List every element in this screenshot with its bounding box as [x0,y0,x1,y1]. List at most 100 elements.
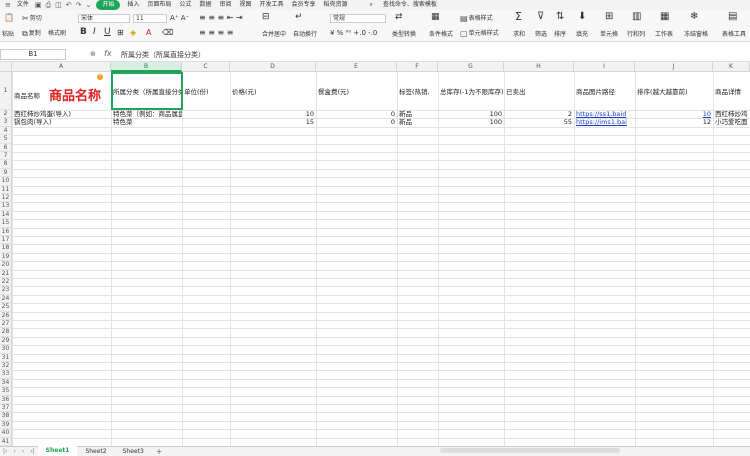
font-name-select[interactable]: 宋体 [78,14,130,23]
row-header[interactable]: 5 [0,135,12,144]
col-header-d[interactable]: D [230,62,316,72]
next-sheet-icon[interactable]: › [19,448,27,455]
wrap-text-button[interactable]: 自动换行 [293,30,317,39]
redo-icon[interactable]: ↷ [74,0,84,10]
merge-icon[interactable]: ⊟ [262,13,270,22]
preview-icon[interactable]: ◫ [53,0,64,10]
row-header[interactable]: 40 [0,429,12,438]
font-grow-icon[interactable]: A⁺ A⁻ [170,14,189,23]
row-header[interactable]: 15 [0,219,12,228]
cell-k3[interactable]: 小巧爱吃面 [713,118,750,126]
merge-center-button[interactable]: 合并居中 [262,30,286,39]
table-tools-icon[interactable]: ▤ [728,12,737,22]
col-header-e[interactable]: E [316,62,397,72]
cell-g3[interactable]: 100 [438,118,504,126]
last-sheet-icon[interactable]: ›| [27,448,37,455]
row-header[interactable]: 19 [0,252,12,262]
tab-member[interactable]: 会员专享 [288,0,320,10]
row-header[interactable]: 31 [0,353,12,362]
row-header[interactable]: 13 [0,202,12,211]
save-icon[interactable]: ▣ [33,0,44,10]
row-header[interactable]: 30 [0,345,12,354]
filter-button[interactable]: 筛选 [535,30,547,39]
row-header[interactable]: 41 [0,437,12,446]
align-h-icons[interactable]: ≡ ≡ ≡ ≡ [199,28,233,37]
cell-j2[interactable]: 10 [635,110,713,118]
cell-j3[interactable]: 12 [635,118,713,126]
cell-style-button[interactable]: ▢单元格样式 [460,29,499,38]
sheet-tab-2[interactable]: Sheet2 [77,447,114,456]
cell-f3[interactable]: 新品 [397,118,438,126]
cell-k1[interactable]: 商品详情 [713,88,750,96]
sheet-tab-1[interactable]: Sheet1 [37,445,78,456]
cell-b2[interactable]: 特色菜（例如：商品属盘 [111,110,182,118]
row-header[interactable]: 33 [0,370,12,379]
row-header[interactable]: 39 [0,420,12,430]
fill-icon[interactable]: ⬇ [578,12,586,22]
first-sheet-icon[interactable]: |‹ [0,448,10,455]
row-header[interactable]: 37 [0,404,12,413]
fx-icon[interactable]: fx [104,49,112,58]
undo-icon[interactable]: ↶ [64,0,74,10]
tab-data[interactable]: 数据 [195,0,215,10]
row-header[interactable]: 7 [0,152,12,161]
spreadsheet-grid[interactable]: A B C D E F G H I J K 1 2 3 4 5 6 7 8 9 10 11 12 13 1… [0,62,750,446]
sum-icon[interactable]: Σ [515,11,522,22]
cell-a2[interactable]: 西红柿炒鸡蛋(导入) [12,110,111,118]
row-header[interactable]: 34 [0,378,12,388]
row-header[interactable]: 23 [0,286,12,295]
type-convert-icon[interactable]: ⇄ [395,13,403,22]
border-icon[interactable]: ⊞ [117,28,124,37]
row-header[interactable]: 24 [0,294,12,304]
sheet-tab-3[interactable]: Sheet3 [115,447,152,456]
prev-sheet-icon[interactable]: ‹ [10,448,18,455]
formula-content[interactable]: 所属分类（所属直接分类） [121,50,205,60]
cells-icon[interactable]: ⊞ [605,12,613,22]
fill-color-icon[interactable]: ◈ [130,28,136,37]
cell-j1[interactable]: 排序(越大越靠前) [635,88,713,96]
row-header[interactable]: 22 [0,278,12,287]
underline-icon[interactable]: U [104,28,111,37]
col-header-j[interactable]: J [635,62,713,72]
table-tools-button[interactable]: 表格工具 [722,30,746,39]
number-icons[interactable]: ¥ % ⁰⁰ +.0 -.0 [330,29,377,38]
tab-view[interactable]: 视图 [235,0,255,10]
row-header[interactable]: 4 [0,126,12,136]
cut-button[interactable]: ✂剪切 [22,14,42,23]
cell-g1[interactable]: 总库存(-1为不限库存) [438,88,504,96]
cell-i2[interactable]: https://ss1.baid [574,110,635,118]
row-header[interactable]: 21 [0,269,12,278]
row-header[interactable]: 1 [0,72,12,110]
rows-cols-icon[interactable]: ▥ [632,12,641,22]
cell-b3[interactable]: 特色菜 [111,118,182,126]
row-header[interactable]: 14 [0,210,12,220]
freeze-button[interactable]: 冻结窗格 [684,30,708,39]
row-header[interactable]: 3 [0,118,12,127]
italic-icon[interactable]: I [93,28,96,37]
font-color-icon[interactable]: A [146,28,151,37]
hamburger-icon[interactable]: ≡ [3,0,13,10]
command-search[interactable]: ⌕ 查找命令、搜索模板 [362,0,445,10]
fill-button[interactable]: 填充 [576,30,588,39]
col-header-a[interactable]: A [12,62,111,72]
sum-button[interactable]: 求和 [513,30,525,39]
align-icons[interactable]: ≡ ≡ ≡ ⇤ ⇥ [199,13,243,22]
print-icon[interactable]: ⎙ [44,0,54,10]
cells-button[interactable]: 单元格 [600,30,618,39]
cell-a3[interactable]: 锅包肉(导入) [12,118,111,126]
row-header[interactable]: 10 [0,177,12,186]
sort-button[interactable]: 排序 [554,30,566,39]
file-menu[interactable]: 文件 [13,0,33,10]
row-header[interactable]: 27 [0,320,12,329]
tab-docer[interactable]: 稻壳资源 [320,0,352,10]
row-header[interactable]: 29 [0,336,12,346]
cell-i1[interactable]: 商品图片路径 [574,88,635,96]
tab-home[interactable]: 开始 [96,0,121,10]
copy-button[interactable]: ⧉复制 [22,29,41,38]
row-header[interactable]: 6 [0,143,12,152]
number-format-select[interactable]: 常规 [330,14,386,23]
freeze-icon[interactable]: ❄ [690,12,698,22]
row-header[interactable]: 11 [0,185,12,194]
worksheet-icon[interactable]: ▦ [660,12,669,22]
row-header[interactable]: 25 [0,303,12,312]
